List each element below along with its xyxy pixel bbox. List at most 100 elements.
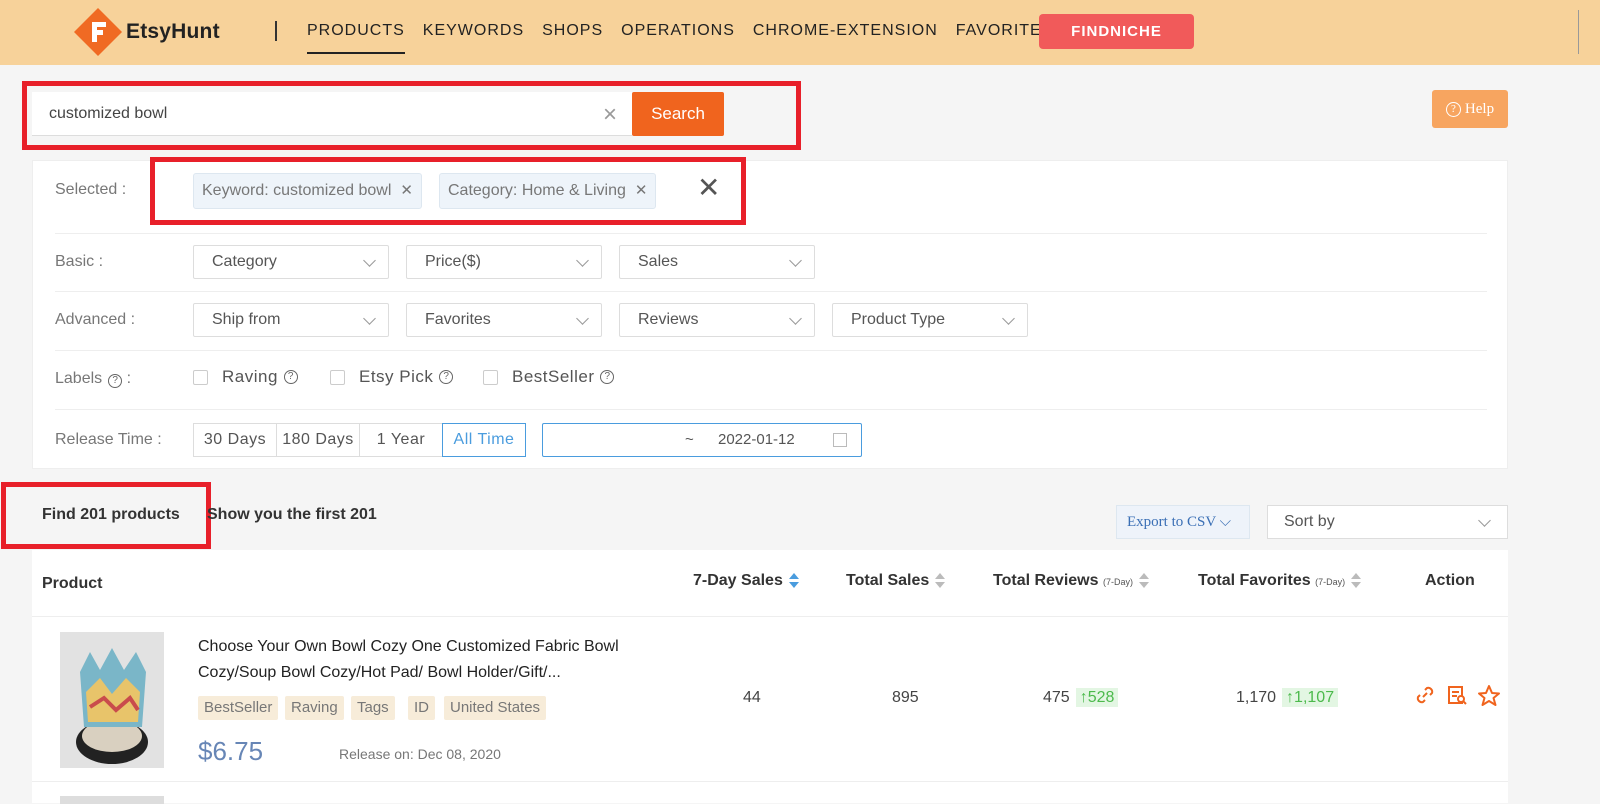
label-text: Etsy Pick — [359, 367, 434, 386]
results-shown: Show you the first 201 — [207, 506, 377, 523]
help-circle-icon[interactable]: ? — [439, 370, 454, 384]
sort-icon[interactable] — [1351, 572, 1362, 589]
sort-by-select[interactable]: Sort by — [1267, 505, 1508, 539]
link-icon[interactable] — [1414, 684, 1436, 706]
price-select[interactable]: Price($) — [406, 245, 602, 279]
top-nav-bar: EtsyHunt PRODUCTS KEYWORDS SHOPS OPERATI… — [0, 0, 1600, 65]
release-30-days[interactable]: 30 Days — [193, 423, 277, 457]
cell-total-favorites: 1,170 ↑1,107 — [1236, 688, 1339, 707]
nav-operations[interactable]: OPERATIONS — [621, 22, 735, 54]
logo-icon — [74, 8, 122, 56]
tag-id[interactable]: ID — [408, 696, 435, 720]
help-label: Help — [1464, 100, 1495, 117]
chip-label: Keyword: customized bowl — [202, 182, 392, 199]
checkbox[interactable] — [193, 369, 208, 385]
col-sub: (7-Day) — [1315, 577, 1346, 587]
label-raving[interactable]: Raving? — [193, 367, 298, 387]
product-thumbnail[interactable] — [60, 632, 164, 768]
label-text: Raving — [222, 367, 278, 386]
sort-icon[interactable] — [788, 572, 799, 589]
labels-colon: : — [126, 370, 132, 387]
nav-products[interactable]: PRODUCTS — [307, 22, 405, 54]
chip-label: Category: Home & Living — [448, 182, 626, 199]
selected-chip-keyword[interactable]: Keyword: customized bowl ✕ — [193, 173, 422, 209]
checkbox[interactable] — [483, 369, 498, 385]
chevron-down-icon — [363, 312, 376, 325]
release-date: Release on: Dec 08, 2020 — [339, 746, 501, 762]
checkbox[interactable] — [330, 369, 345, 385]
release-all-time[interactable]: All Time — [442, 423, 526, 457]
label-etsy-pick[interactable]: Etsy Pick? — [330, 367, 454, 387]
question-circle-icon: ? — [1445, 101, 1461, 117]
chevron-down-icon — [1002, 312, 1015, 325]
analysis-icon[interactable] — [1446, 684, 1468, 706]
search-input[interactable] — [32, 92, 632, 136]
select-value: Category — [212, 253, 277, 270]
clear-search-icon[interactable]: × — [603, 101, 617, 129]
favorites-select[interactable]: Favorites — [406, 303, 602, 337]
remove-chip-icon[interactable]: ✕ — [635, 182, 648, 199]
row-divider — [32, 781, 1508, 782]
product-price: $6.75 — [198, 736, 264, 766]
selected-chip-category[interactable]: Category: Home & Living ✕ — [439, 173, 657, 209]
findniche-button[interactable]: FINDNICHE — [1039, 14, 1194, 49]
select-value: Ship from — [212, 311, 281, 328]
advanced-label: Advanced : — [55, 311, 136, 328]
export-csv-button[interactable]: Export to CSV ⌵ — [1116, 505, 1250, 539]
release-180-days[interactable]: 180 Days — [276, 423, 360, 457]
sort-icon[interactable] — [935, 572, 946, 589]
star-icon[interactable] — [1477, 684, 1501, 708]
label-bestseller[interactable]: BestSeller? — [483, 367, 615, 387]
labels-label-text: Labels — [55, 370, 103, 387]
bowl-cozy-image — [60, 632, 164, 768]
filter-divider — [55, 350, 1487, 351]
select-value: Price($) — [425, 253, 482, 270]
release-time-label: Release Time : — [55, 431, 162, 448]
export-label: Export to CSV — [1127, 514, 1216, 530]
sales-select[interactable]: Sales — [619, 245, 815, 279]
col-product: Product — [42, 575, 103, 592]
product-title[interactable]: Choose Your Own Bowl Cozy One Customized… — [198, 634, 658, 686]
reviews-value: 475 — [1043, 689, 1070, 706]
favorites-value: 1,170 — [1236, 689, 1277, 706]
header-divider — [32, 616, 1508, 617]
nav-keywords[interactable]: KEYWORDS — [423, 22, 524, 54]
reviews-select[interactable]: Reviews — [619, 303, 815, 337]
cell-total-reviews: 475 ↑528 — [1043, 688, 1119, 707]
nav-shops[interactable]: SHOPS — [542, 22, 603, 54]
col-total-favorites[interactable]: Total Favorites (7-Day) — [1198, 572, 1362, 590]
topbar-divider — [1578, 10, 1579, 54]
selected-label: Selected : — [55, 181, 127, 198]
logo-text: EtsyHunt — [126, 20, 220, 43]
chevron-down-icon — [576, 254, 589, 267]
product-type-select[interactable]: Product Type — [832, 303, 1028, 337]
ship-from-select[interactable]: Ship from — [193, 303, 389, 337]
filter-divider — [55, 291, 1487, 292]
tag-country: United States — [444, 696, 547, 720]
help-circle-icon[interactable]: ? — [283, 370, 298, 384]
search-button[interactable]: Search — [632, 92, 724, 136]
calendar-icon — [833, 433, 847, 447]
col-label: Total Sales — [846, 572, 930, 589]
etsyhunt-logo[interactable]: EtsyHunt — [72, 6, 220, 58]
sort-icon[interactable] — [1138, 572, 1149, 589]
help-button[interactable]: ? Help — [1432, 90, 1508, 128]
date-range-picker[interactable]: ~ 2022-01-12 — [542, 423, 862, 457]
remove-chip-icon[interactable]: ✕ — [400, 182, 413, 199]
col-total-reviews[interactable]: Total Reviews (7-Day) — [993, 572, 1149, 590]
tag-tags[interactable]: Tags — [351, 696, 395, 720]
col-total-sales[interactable]: Total Sales — [846, 572, 946, 590]
col-7day-sales[interactable]: 7-Day Sales — [693, 572, 799, 590]
release-1-year[interactable]: 1 Year — [359, 423, 443, 457]
col-label: 7-Day Sales — [693, 572, 783, 589]
help-circle-icon[interactable]: ? — [108, 374, 123, 388]
select-value: Sales — [638, 253, 679, 270]
search-box: × — [32, 92, 632, 136]
clear-all-icon[interactable]: ✕ — [697, 174, 720, 202]
category-select[interactable]: Category — [193, 245, 389, 279]
chevron-down-icon — [363, 254, 376, 267]
help-circle-icon[interactable]: ? — [600, 370, 615, 384]
chevron-down-icon: ⌵ — [1219, 514, 1232, 530]
nav-chrome-extension[interactable]: CHROME-EXTENSION — [753, 22, 938, 54]
date-separator: ~ — [685, 431, 694, 448]
